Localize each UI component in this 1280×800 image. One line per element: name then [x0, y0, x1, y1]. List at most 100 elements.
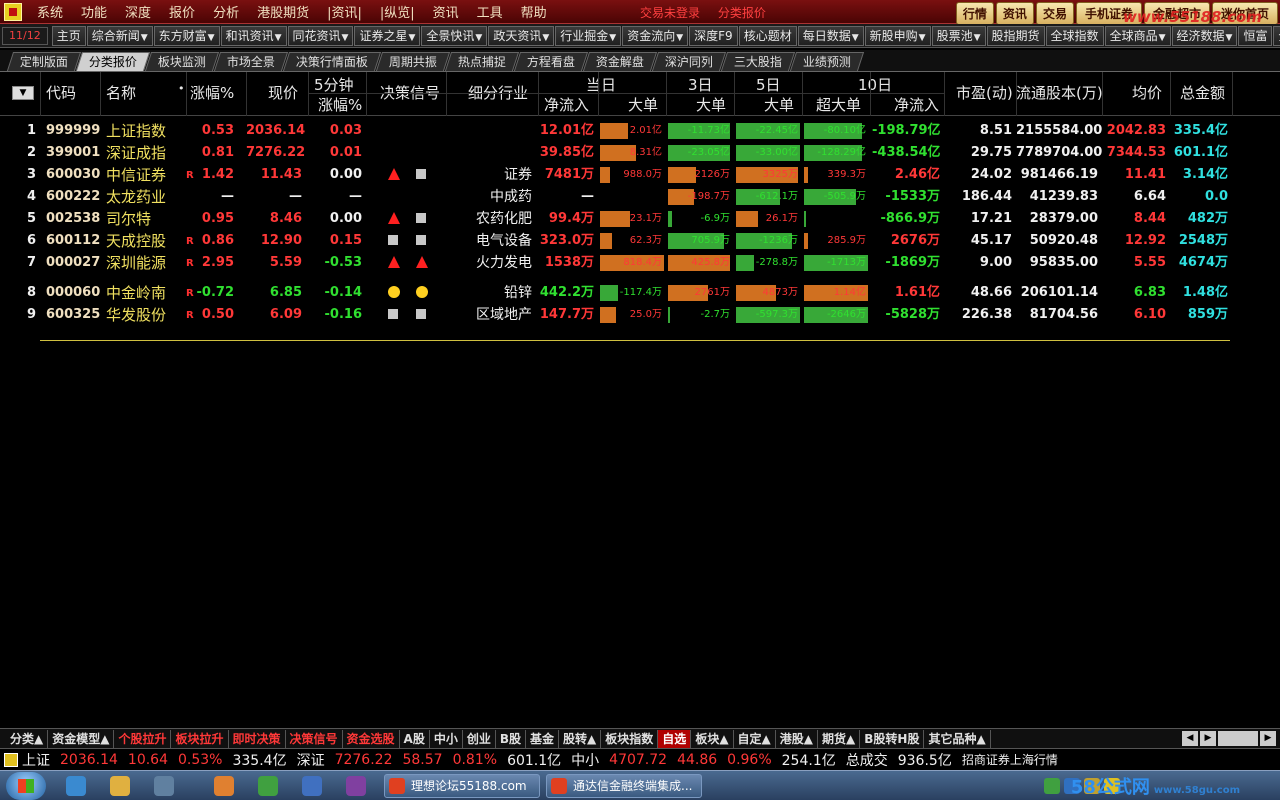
category-tab-4[interactable]: 即时决策	[229, 729, 286, 748]
start-button[interactable]	[6, 772, 46, 800]
status-menu-icon[interactable]	[4, 752, 18, 767]
toolbar-item-6[interactable]: 全景快讯	[421, 25, 488, 46]
tab-8[interactable]: 资金解盘	[583, 52, 658, 71]
category-tab-12[interactable]: 股转▲	[559, 729, 602, 748]
menu-item-8[interactable]: 资讯	[424, 2, 468, 21]
category-tab-11[interactable]: 基金	[526, 729, 560, 748]
toolbar-item-0[interactable]: 主页	[51, 25, 86, 46]
toolbar-item-18[interactable]: 经济数据	[1171, 25, 1238, 46]
menu-item-6[interactable]: |资讯|	[318, 2, 371, 21]
header-big-order-3d[interactable]: 大单	[696, 94, 726, 115]
category-tab-0[interactable]: 分类▲	[6, 729, 49, 748]
header-net-inflow-10d[interactable]: 净流入	[894, 94, 939, 115]
tab-11[interactable]: 业绩预测	[790, 52, 865, 71]
table-row[interactable]: 3 600030 中信证券 R 1.42 11.43 0.00 证券 7481万 988.0万 21…	[0, 164, 1280, 186]
toolbar-item-13[interactable]: 新股申购	[864, 25, 931, 46]
info-button[interactable]: 资讯	[995, 2, 1034, 25]
category-tab-13[interactable]: 板块指数	[601, 729, 659, 748]
menu-item-4[interactable]: 分析	[204, 2, 248, 21]
category-tab-6[interactable]: 资金选股	[343, 729, 400, 748]
menu-item-9[interactable]: 工具	[468, 2, 512, 21]
header-amount[interactable]: 总金额	[1180, 82, 1225, 103]
toolbar-item-17[interactable]: 全球商品	[1104, 25, 1171, 46]
toolbar-item-16[interactable]: 全球指数	[1045, 25, 1104, 46]
menu-item-2[interactable]: 深度	[116, 2, 160, 21]
header-name[interactable]: 名称	[106, 82, 136, 103]
tab-6[interactable]: 热点捕捉	[445, 52, 520, 71]
menu-item-0[interactable]: 系统	[28, 2, 72, 21]
table-row[interactable]: 9 600325 华发股份 R 0.50 6.09 -0.16 区域地产 147.7万 25.0万…	[0, 304, 1280, 326]
tab-5[interactable]: 周期共振	[375, 52, 451, 71]
task-forum[interactable]: 理想论坛55188.com	[384, 774, 540, 798]
tab-3[interactable]: 市场全景	[213, 52, 289, 71]
category-tab-2[interactable]: 个股拉升	[114, 729, 172, 748]
toolbar-item-14[interactable]: 股票池	[931, 25, 986, 46]
category-tab-3[interactable]: 板块拉升	[171, 729, 229, 748]
header-avg-price[interactable]: 均价	[1132, 82, 1162, 103]
toolbar-item-3[interactable]: 和讯资讯	[220, 25, 287, 46]
header-price[interactable]: 现价	[268, 82, 298, 103]
category-tab-7[interactable]: A股	[400, 729, 430, 748]
folder-icon[interactable]	[110, 776, 130, 796]
menu-item-3[interactable]: 报价	[160, 2, 204, 21]
toolbar-item-7[interactable]: 政天资讯	[488, 25, 555, 46]
category-tab-20[interactable]: 其它品种▲	[924, 729, 991, 748]
ie-icon[interactable]	[66, 776, 86, 796]
toolbar-item-5[interactable]: 证券之星	[354, 25, 421, 46]
toolbar-item-15[interactable]: 股指期货	[986, 25, 1045, 46]
table-row[interactable]: 8 000060 中金岭南 R -0.72 6.85 -0.14 铅锌 442.2万 -117.4…	[0, 282, 1280, 304]
scroll-right-icon[interactable]: ▶	[1200, 731, 1216, 746]
tab-9[interactable]: 深沪同列	[652, 52, 727, 71]
tab-7[interactable]: 方程看盘	[514, 52, 589, 71]
category-tab-18[interactable]: 期货▲	[818, 729, 861, 748]
quote-button[interactable]: 行情	[955, 2, 994, 25]
category-tab-15[interactable]: 板块▲	[691, 729, 734, 748]
table-row[interactable]: 7 000027 深圳能源 R 2.95 5.59 -0.53 火力发电 1538万 818.4万…	[0, 252, 1280, 274]
menu-item-7[interactable]: |纵览|	[371, 2, 424, 21]
header-big-order-today[interactable]: 大单	[628, 94, 658, 115]
header-change[interactable]: 涨幅%	[190, 82, 234, 103]
header-5min-change[interactable]: 涨幅%	[318, 94, 362, 115]
toolbar-item-19[interactable]: 恒富	[1238, 25, 1273, 46]
app2-icon[interactable]	[258, 776, 278, 796]
tab-10[interactable]: 三大股指	[721, 52, 796, 71]
toolbar-item-11[interactable]: 核心题材	[738, 25, 797, 46]
toolbar-item-12[interactable]: 每日数据	[797, 25, 864, 46]
toolbar-item-8[interactable]: 行业掘金	[555, 25, 622, 46]
tray-shield-icon[interactable]	[1044, 778, 1060, 794]
header-xbig-order[interactable]: 超大单	[816, 94, 861, 115]
category-tab-17[interactable]: 港股▲	[776, 729, 819, 748]
tab-2[interactable]: 板块监测	[144, 52, 220, 71]
task-tdx[interactable]: 通达信金融终端集成...	[546, 774, 702, 798]
tab-4[interactable]: 决策行情面板	[282, 52, 382, 71]
category-tab-10[interactable]: B股	[496, 729, 527, 748]
toolbar-item-4[interactable]: 同花资讯	[287, 25, 354, 46]
header-pe[interactable]: 市盈(动)	[956, 82, 1013, 103]
toolbar-item-2[interactable]: 东方财富	[153, 25, 220, 46]
category-tab-1[interactable]: 资金模型▲	[48, 729, 115, 748]
app3-icon[interactable]	[346, 776, 366, 796]
header-float-shares[interactable]: 流通股本(万)	[1016, 82, 1103, 103]
toolbar-item-10[interactable]: 深度F9	[689, 25, 738, 46]
toolbar-item-9[interactable]: 资金流向	[622, 25, 689, 46]
tab-0[interactable]: 定制版面	[6, 52, 82, 71]
category-tab-9[interactable]: 创业	[463, 729, 496, 748]
media-icon[interactable]	[154, 776, 174, 796]
header-code[interactable]: 代码	[46, 82, 76, 103]
scroll-track[interactable]	[1218, 731, 1258, 746]
category-tab-19[interactable]: B股转H股	[860, 729, 925, 748]
table-row[interactable]: 5 002538 司尔特 0.95 8.46 0.00 农药化肥 99.4万 23.1万 -6.9…	[0, 208, 1280, 230]
menu-item-1[interactable]: 功能	[72, 2, 116, 21]
category-tab-8[interactable]: 中小	[430, 729, 463, 748]
trade-button[interactable]: 交易	[1035, 2, 1074, 25]
header-big-order-5d[interactable]: 大单	[764, 94, 794, 115]
header-net-inflow[interactable]: 净流入	[544, 94, 589, 115]
menu-item-10[interactable]: 帮助	[512, 2, 556, 21]
menu-item-5[interactable]: 港股期货	[248, 2, 318, 21]
toolbar-item-20[interactable]: 全额	[1273, 25, 1280, 46]
toolbar-item-1[interactable]: 综合新闻	[86, 25, 153, 46]
table-row[interactable]: 6 600112 天成控股 R 0.86 12.90 0.15 电气设备 323.0万 62.3万…	[0, 230, 1280, 252]
app-icon[interactable]	[214, 776, 234, 796]
scroll-end-icon[interactable]: ▶	[1260, 731, 1276, 746]
sort-dropdown-icon[interactable]: ▼	[12, 86, 34, 100]
